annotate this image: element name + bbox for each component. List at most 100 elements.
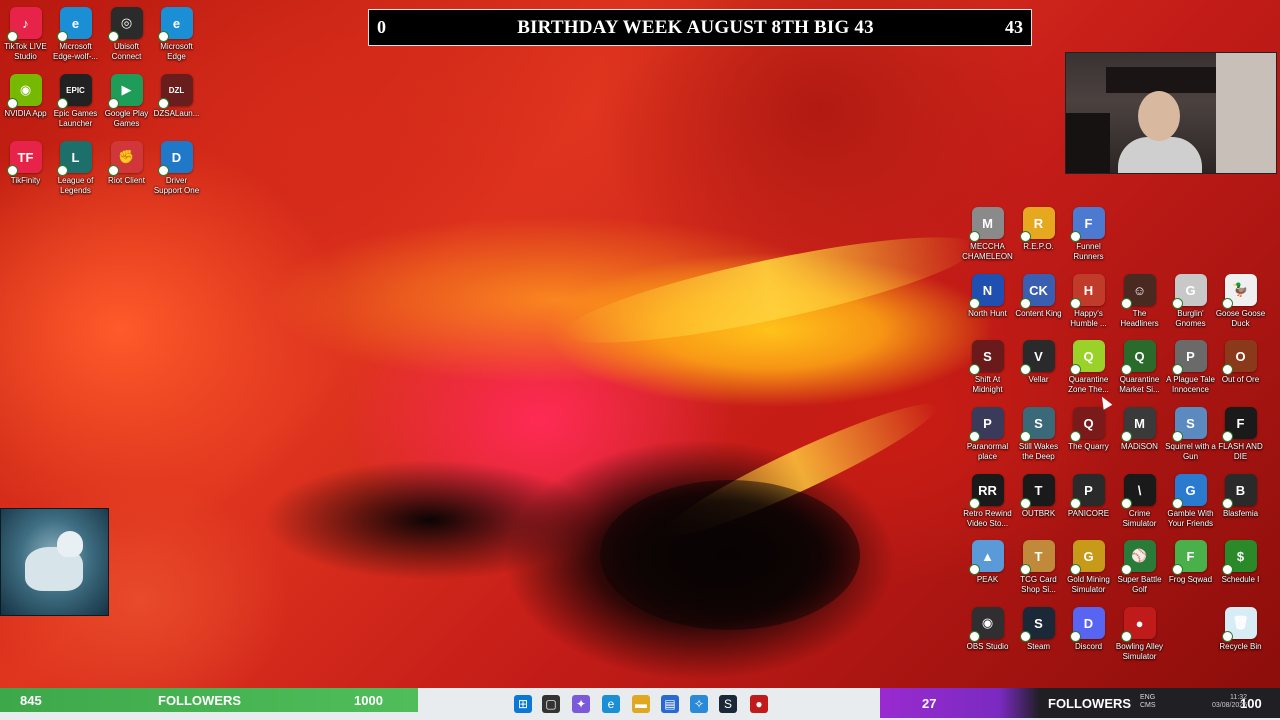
desktop-icon[interactable]: H Happy's Humble ... (1063, 274, 1114, 329)
shortcut-overlay-icon (56, 165, 68, 176)
desktop-icon-label: Epic Games Launcher (53, 109, 98, 128)
recycle-bin-icon: 🗑 (1221, 607, 1257, 642)
desktop-icon[interactable]: F Funnel Runners (1063, 207, 1114, 262)
game-icon: Q (1069, 340, 1105, 375)
desktop-icon-label: OUTBRK (1021, 509, 1056, 518)
game-icon: B (1221, 474, 1257, 509)
shortcut-overlay-icon (1069, 231, 1081, 242)
desktop-icon[interactable]: ◉ NVIDIA App (0, 74, 51, 119)
record-icon[interactable]: ● (750, 695, 768, 713)
desktop-icon[interactable]: ◎ Ubisoft Connect (101, 7, 152, 62)
windows-start-icon[interactable]: ⊞ (514, 695, 532, 713)
desktop-icon[interactable]: F FLASH AND DIE (1215, 407, 1266, 462)
shortcut-overlay-icon (1019, 431, 1031, 442)
shortcut-overlay-icon (56, 31, 68, 42)
desktop-icon-label: R.E.P.O. (1023, 242, 1054, 251)
game-icon: 🦆 (1221, 274, 1257, 309)
desktop-icon[interactable]: ◉ OBS Studio (962, 607, 1013, 652)
desktop-icon[interactable]: S Steam (1013, 607, 1064, 652)
desktop-icon[interactable]: EPIC Epic Games Launcher (50, 74, 101, 129)
desktop-icon[interactable]: T TCG Card Shop Si... (1013, 540, 1064, 595)
desktop-icon[interactable]: O Out of Ore (1215, 340, 1266, 385)
desktop-icon-label: Squirrel with a Gun (1165, 442, 1216, 461)
shortcut-overlay-icon (1069, 431, 1081, 442)
shortcut-overlay-icon (968, 498, 980, 509)
desktop-icon[interactable]: $ Schedule I (1215, 540, 1266, 585)
shortcut-overlay-icon (6, 98, 18, 109)
shortcut-overlay-icon (1221, 364, 1233, 375)
vscode-icon[interactable]: ✧ (690, 695, 708, 713)
desktop-icon[interactable]: P PANICORE (1063, 474, 1114, 519)
desktop-icon[interactable]: RR Retro Rewind Video Sto... (962, 474, 1013, 529)
followers-count: 27 (922, 696, 937, 711)
desktop-icon[interactable]: ● Bowling Alley Simulator (1114, 607, 1165, 662)
desktop-icon[interactable]: Q The Quarry (1063, 407, 1114, 452)
desktop-icon[interactable]: R R.E.P.O. (1013, 207, 1064, 252)
desktop-icon[interactable]: S Squirrel with a Gun (1165, 407, 1216, 462)
edge-icon[interactable]: e (602, 695, 620, 713)
desktop-icon[interactable]: G Burglin' Gnomes (1165, 274, 1216, 329)
store-icon[interactable]: ▤ (661, 695, 679, 713)
desktop-icon-label: North Hunt (968, 309, 1007, 318)
system-tray[interactable]: ENG CMS (1140, 694, 1156, 710)
desktop-icon[interactable]: TF TikFinity (0, 141, 51, 186)
game-icon: T (1019, 474, 1055, 509)
tiktok-icon: ♪ (6, 7, 42, 42)
followers-label: FOLLOWERS (158, 692, 242, 708)
clock[interactable]: 11:32 03/08/2025 (1212, 694, 1247, 710)
desktop-icon[interactable]: F Frog Sqwad (1165, 540, 1216, 585)
game-icon: O (1221, 340, 1257, 375)
language-indicator[interactable]: ENG (1140, 694, 1156, 702)
desktop-icon[interactable]: 🦆 Goose Goose Duck (1215, 274, 1266, 329)
game-icon: H (1069, 274, 1105, 309)
game-icon: S (1019, 407, 1055, 442)
game-icon: Q (1120, 340, 1156, 375)
desktop-icon[interactable]: \ Crime Simulator (1114, 474, 1165, 529)
file-explorer-icon[interactable]: ▬ (632, 695, 650, 713)
desktop-icon[interactable]: e Microsoft Edge (151, 7, 202, 62)
steam-icon[interactable]: S (719, 695, 737, 713)
desktop-icon[interactable]: ▲ PEAK (962, 540, 1013, 585)
copilot-icon[interactable]: ✦ (572, 695, 590, 713)
shortcut-overlay-icon (968, 298, 980, 309)
desktop-icon[interactable]: CK Content King (1013, 274, 1064, 319)
shortcut-overlay-icon (968, 631, 980, 642)
desktop-icon[interactable]: e Microsoft Edge-wolf-... (50, 7, 101, 62)
desktop-icon[interactable]: T OUTBRK (1013, 474, 1064, 519)
shortcut-overlay-icon (1069, 498, 1081, 509)
desktop-icon[interactable]: P Paranormal place (962, 407, 1013, 462)
desktop-icon[interactable]: G Gamble With Your Friends (1165, 474, 1216, 529)
desktop-icon[interactable]: DZL DZSALaun... (151, 74, 202, 119)
desktop-icon[interactable]: D Driver Support One (151, 141, 202, 196)
game-icon: ● (1120, 607, 1156, 642)
desktop-icon[interactable]: Q Quarantine Zone The... (1063, 340, 1114, 395)
desktop-icon[interactable]: G Gold Mining Simulator (1063, 540, 1114, 595)
wolf-figure (57, 531, 83, 557)
desktop-icon[interactable]: D Discord (1063, 607, 1114, 652)
desktop-icon[interactable]: B Blasfemia (1215, 474, 1266, 519)
desktop-icon[interactable]: S Still Wakes the Deep (1013, 407, 1064, 462)
desktop-icon[interactable]: ▶ Google Play Games (101, 74, 152, 129)
shortcut-overlay-icon (1120, 431, 1132, 442)
desktop-icon[interactable]: M MADiSON (1114, 407, 1165, 452)
desktop-icon[interactable]: ♪ TikTok LIVE Studio (0, 7, 51, 62)
desktop-icon[interactable]: PA Plague Tale Innocence (1165, 340, 1216, 395)
shortcut-overlay-icon (1171, 298, 1183, 309)
desktop-icon[interactable]: V Vellar (1013, 340, 1064, 385)
game-icon: CK (1019, 274, 1055, 309)
task-view-icon[interactable]: ▢ (542, 695, 560, 713)
desktop-icon[interactable]: M MECCHA CHAMELEON (962, 207, 1013, 262)
desktop-icon-label: Recycle Bin (1219, 642, 1262, 651)
desktop-icon[interactable]: Q Quarantine Market Si... (1114, 340, 1165, 395)
desktop-icon[interactable]: ✊ Riot Client (101, 141, 152, 186)
shortcut-overlay-icon (157, 31, 169, 42)
region-indicator[interactable]: CMS (1140, 702, 1156, 710)
desktop-icon[interactable]: ☺ The Headliners (1114, 274, 1165, 329)
desktop-icon-label: Discord (1074, 642, 1103, 651)
desktop-icon[interactable]: 🗑 Recycle Bin (1215, 607, 1266, 652)
desktop-icon-label: Google Play Games (104, 109, 149, 128)
desktop-icon[interactable]: ⚾ Super Battle Golf (1114, 540, 1165, 595)
desktop-icon[interactable]: S Shift At Midnight (962, 340, 1013, 395)
desktop-icon[interactable]: N North Hunt (962, 274, 1013, 319)
desktop-icon[interactable]: L League of Legends (50, 141, 101, 196)
